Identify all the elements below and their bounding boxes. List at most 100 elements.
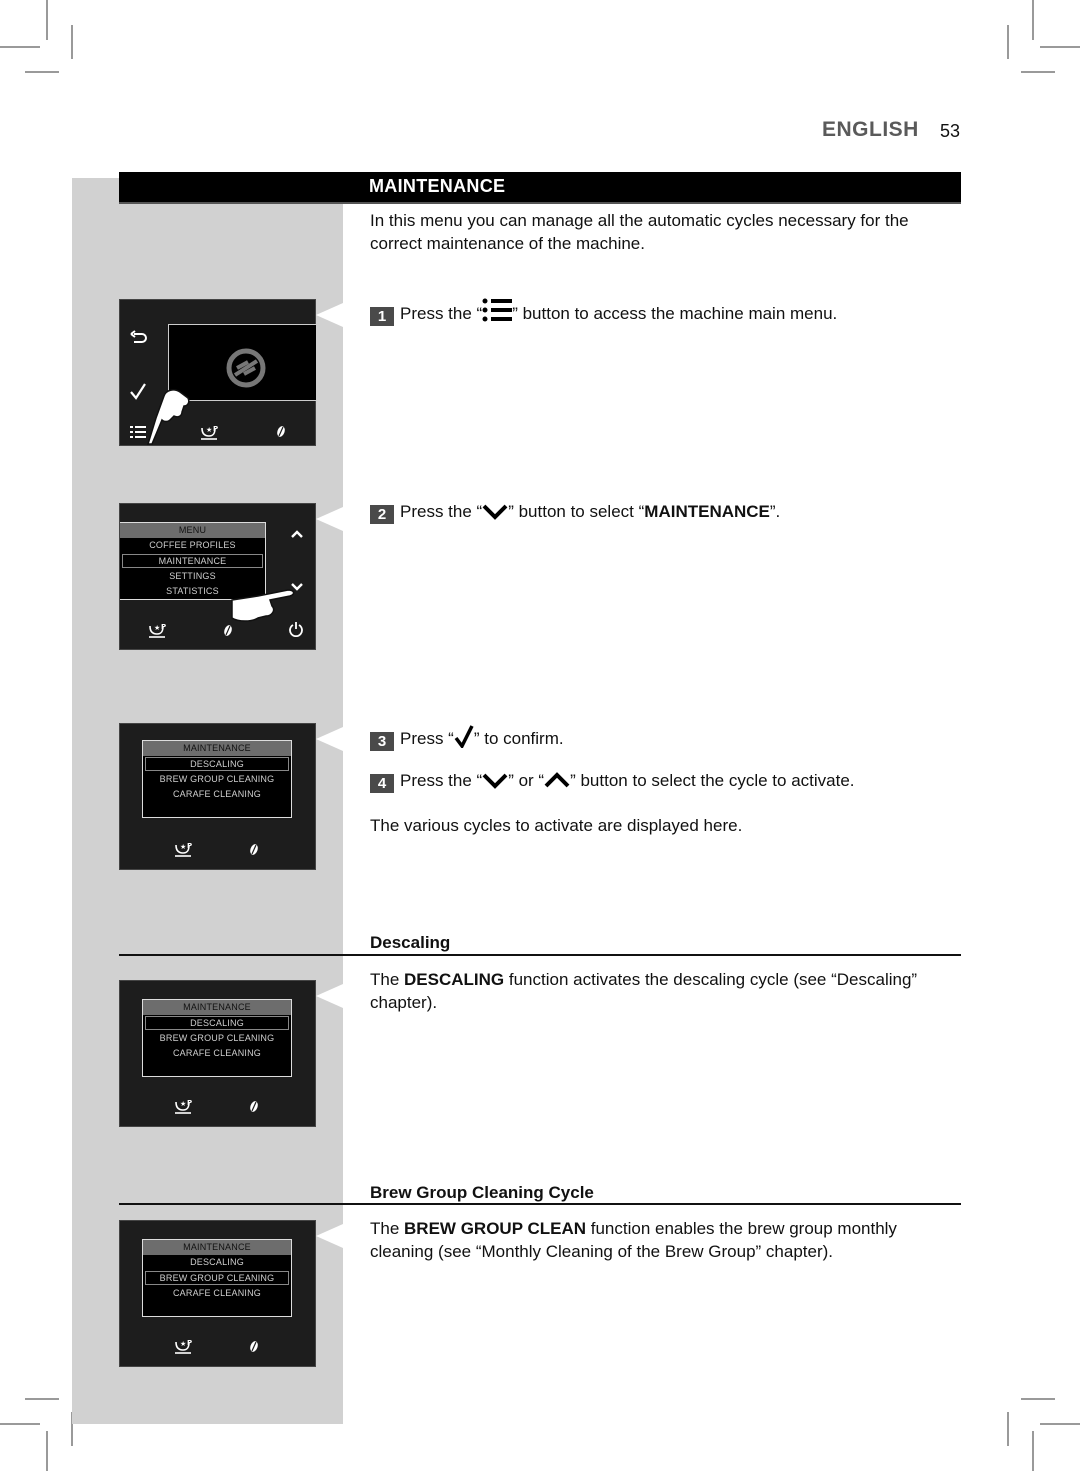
brand-logo-icon [226,348,266,388]
page-number: 53 [940,121,961,141]
brew-group-heading: Brew Group Cleaning Cycle [370,1183,594,1202]
menu-title: MAINTENANCE [143,1240,291,1255]
step-text: ” to confirm. [473,729,564,748]
menu-item[interactable]: DESCALING [143,1255,291,1270]
coffee-bean-icon[interactable] [249,1340,259,1353]
display-panel-home: ★ P [119,299,316,446]
maintenance-menu-list: MAINTENANCE DESCALING BREW GROUP CLEANIN… [142,740,292,818]
descaling-paragraph: The DESCALING function activates the des… [370,968,955,1014]
cycles-note: The various cycles to activate are displ… [370,816,743,835]
coffee-profile-icon[interactable]: ★ P [174,841,194,857]
intro-text: In this menu you can manage all the auto… [370,211,909,253]
back-icon[interactable] [130,330,148,346]
crop-mark [1021,1398,1055,1400]
coffee-bean-icon[interactable] [223,624,233,637]
pointing-hand-icon [146,389,190,445]
crop-mark [25,71,59,73]
step-text: Press the “ [400,502,483,521]
crop-mark [0,1423,40,1425]
step-text: Press the “ [400,771,483,790]
menu-item[interactable]: COFFEE PROFILES [120,538,265,553]
step-text: Press “ [400,729,454,748]
menu-item[interactable]: CARAFE CLEANING [143,787,291,802]
display-panel-descaling: MAINTENANCE DESCALING BREW GROUP CLEANIN… [119,980,316,1127]
crop-mark [1040,46,1080,48]
menu-item[interactable]: CARAFE CLEANING [143,1046,291,1061]
chevron-up-icon [544,772,570,788]
step-text: ” button to select “ [508,502,645,521]
descaling-heading: Descaling [370,933,451,952]
paragraph-text-bold: BREW GROUP CLEAN [404,1219,587,1238]
panel-pointer [316,303,343,327]
crop-mark [0,46,40,48]
coffee-bean-icon[interactable] [249,1100,259,1113]
crop-mark [1021,71,1055,73]
step-number: 4 [370,774,394,793]
crop-mark [46,1431,48,1471]
svg-text:P: P [187,842,192,850]
coffee-profile-icon[interactable]: ★ P [200,424,220,440]
step-number: 2 [370,505,394,524]
svg-text:P: P [161,623,166,631]
crop-mark [46,0,48,40]
crop-mark [25,1398,59,1400]
panel-pointer [316,727,343,751]
crop-mark [1007,1412,1009,1446]
display-panel-main-menu: MENU COFFEE PROFILES MAINTENANCE SETTING… [119,503,316,650]
paragraph-text-bold: DESCALING [404,970,505,989]
paragraph-text: The [370,970,405,989]
display-panel-maintenance: MAINTENANCE DESCALING BREW GROUP CLEANIN… [119,723,316,870]
check-icon [454,725,474,748]
step-text: ” button to select the cycle to activate… [570,771,855,790]
svg-text:★: ★ [180,1100,186,1108]
menu-title: MAINTENANCE [143,1000,291,1015]
crop-mark [1007,25,1009,59]
power-icon[interactable] [288,621,304,637]
menu-item[interactable]: BREW GROUP CLEANING [143,772,291,787]
menu-item-selected[interactable]: DESCALING [145,757,289,771]
menu-item-selected[interactable]: DESCALING [145,1016,289,1030]
step-3: 3 Press “ ” to confirm. [370,724,564,751]
chevron-down-icon [482,773,508,789]
svg-text:★: ★ [180,1340,186,1348]
step-number: 3 [370,732,394,751]
menu-item[interactable]: CARAFE CLEANING [143,1286,291,1301]
svg-text:P: P [187,1339,192,1347]
display-panel-brew-group: MAINTENANCE DESCALING BREW GROUP CLEANIN… [119,1220,316,1367]
chevron-up-icon[interactable] [290,529,304,539]
panel-pointer [316,507,343,531]
step-text: ” or “ [508,771,545,790]
crop-mark [1032,0,1034,40]
step-number: 1 [370,307,394,326]
step-text: Press the “ [400,304,483,323]
maintenance-menu-list: MAINTENANCE DESCALING BREW GROUP CLEANIN… [142,1239,292,1317]
menu-item[interactable]: BREW GROUP CLEANING [143,1031,291,1046]
panel-pointer [316,984,343,1008]
svg-text:★: ★ [180,843,186,851]
coffee-bean-icon[interactable] [276,425,286,438]
section-divider [119,954,961,956]
chevron-down-icon [482,504,508,520]
crop-mark [1040,1423,1080,1425]
svg-text:★: ★ [154,624,160,632]
svg-text:★: ★ [206,426,212,434]
menu-title: MENU [120,523,265,538]
menu-list-icon [482,298,513,322]
svg-text:P: P [187,1099,192,1107]
paragraph-text: The [370,1219,405,1238]
coffee-profile-icon[interactable]: ★ P [148,622,168,638]
menu-item-selected[interactable]: MAINTENANCE [122,554,263,568]
step-text: ”. [769,502,781,521]
coffee-profile-icon[interactable]: ★ P [174,1338,194,1354]
section-title-bar: MAINTENANCE [119,172,961,204]
coffee-bean-icon[interactable] [249,843,259,856]
crop-mark [1032,1431,1034,1471]
coffee-profile-icon[interactable]: ★ P [174,1098,194,1114]
panel-pointer [316,1224,343,1248]
step-text-bold: MAINTENANCE [644,502,770,521]
menu-item-selected[interactable]: BREW GROUP CLEANING [145,1271,289,1285]
step-text: ” button to access the machine main menu… [512,304,838,323]
crop-mark [71,25,73,59]
menu-item[interactable]: SETTINGS [120,569,265,584]
section-divider [119,1203,961,1205]
